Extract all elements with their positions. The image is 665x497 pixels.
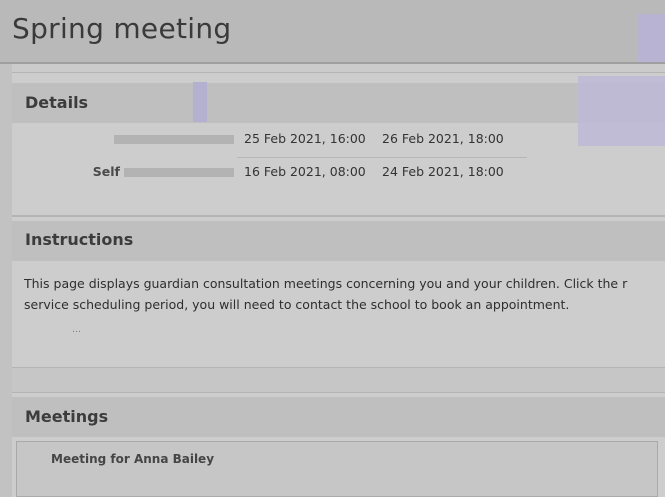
meetings-panel: Meetings Meeting for Anna Bailey <box>12 392 665 497</box>
instructions-line: service scheduling period, you will need… <box>24 297 570 312</box>
details-heading-bar <box>12 83 665 123</box>
instructions-note: … <box>72 325 81 335</box>
details-panel: Details 25 Feb 2021, 16:00 26 Feb 2021, … <box>12 72 665 216</box>
detail-row-label: Self <box>93 164 234 179</box>
detail-start-time: 16 Feb 2021, 08:00 <box>244 164 366 179</box>
instructions-panel: Instructions This page displays guardian… <box>12 216 665 368</box>
row-divider <box>237 157 527 158</box>
meeting-link[interactable]: Meeting for Anna Bailey <box>51 452 214 466</box>
detail-end-time: 26 Feb 2021, 18:00 <box>382 131 504 146</box>
meetings-heading-bar <box>12 397 665 437</box>
detail-row-label <box>114 131 234 146</box>
detail-start-time: 25 Feb 2021, 16:00 <box>244 131 366 146</box>
page-title: Spring meeting <box>12 12 232 45</box>
instructions-text: This page displays guardian consultation… <box>24 273 664 315</box>
instructions-line: This page displays guardian consultation… <box>24 276 628 291</box>
detail-row: Self 16 Feb 2021, 08:00 24 Feb 2021, 18:… <box>12 164 532 186</box>
accent-strip <box>193 82 207 122</box>
accent-block <box>638 14 665 62</box>
title-bar: Spring meeting <box>0 0 665 64</box>
accent-block-secondary <box>578 76 665 146</box>
instructions-heading: Instructions <box>25 230 134 249</box>
blurred-label <box>124 168 234 177</box>
detail-end-time: 24 Feb 2021, 18:00 <box>382 164 504 179</box>
detail-row: 25 Feb 2021, 16:00 26 Feb 2021, 18:00 <box>12 131 532 153</box>
meeting-list: Meeting for Anna Bailey <box>16 441 658 497</box>
page-margin <box>0 62 12 497</box>
page: Spring meeting Details 25 Feb 2021, 16:0… <box>0 0 665 497</box>
details-heading: Details <box>25 93 89 112</box>
meetings-heading: Meetings <box>25 407 109 426</box>
blurred-label <box>114 135 234 144</box>
